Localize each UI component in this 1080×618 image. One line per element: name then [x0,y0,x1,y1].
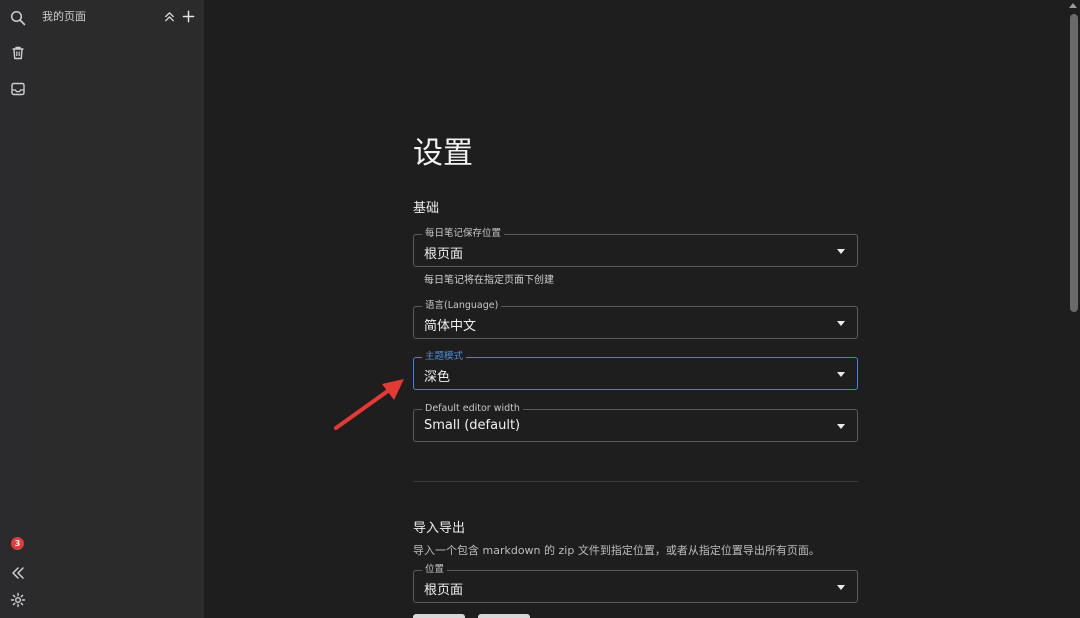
annotation-arrow-icon [334,379,404,430]
field-label: 每日笔记保存位置 [422,228,505,240]
field-label: 位置 [422,564,448,576]
sidebar-header: 我的页面 [42,8,196,24]
daily-note-location-select[interactable]: 每日笔记保存位置 根页面 [413,228,858,267]
field-label: 语言(Language) [422,300,502,312]
chevron-down-icon [837,372,845,377]
inbox-icon[interactable] [8,79,28,99]
chevron-down-icon [837,585,845,590]
gear-icon[interactable] [8,590,28,610]
chevron-down-icon [837,424,845,429]
trash-icon[interactable] [8,43,28,63]
section-basic-heading: 基础 [413,201,440,216]
field-value: 根页面 [424,583,464,598]
import-export-location-select[interactable]: 位置 根页面 [413,564,858,603]
section-import-export-heading: 导入导出 [413,521,466,536]
chevron-down-icon [837,249,845,254]
chevron-down-icon [837,321,845,326]
import-export-description: 导入一个包含 markdown 的 zip 文件到指定位置，或者从指定位置导出所… [413,544,820,557]
field-value: 根页面 [424,247,464,262]
import-button[interactable] [413,614,465,618]
section-divider [413,481,858,482]
scroll-up-icon[interactable] [1069,3,1077,8]
field-label: 主题模式 [422,351,467,363]
notification-badge[interactable]: 3 [11,537,24,550]
icon-rail: 3 [0,0,36,618]
field-value: 简体中文 [424,319,477,334]
page-title: 设置 [413,136,473,171]
language-select[interactable]: 语言(Language) 简体中文 [413,300,858,339]
plus-icon[interactable] [180,8,196,24]
search-icon[interactable] [8,8,28,28]
field-value: 深色 [424,370,451,385]
editor-width-select[interactable]: Default editor width Small (default) [413,403,858,442]
page-sidebar: 我的页面 [36,0,204,618]
sidebar-title: 我的页面 [42,10,86,23]
collapse-all-icon[interactable] [161,8,177,24]
app-window: 3 我的页面 设置 基础 每日笔记保存位置 根页面 每日笔记将在指定页面下创建 … [0,0,1080,618]
collapse-double-left-icon[interactable] [8,563,28,583]
daily-note-helper-text: 每日笔记将在指定页面下创建 [424,275,554,286]
theme-mode-select[interactable]: 主题模式 深色 [413,351,858,390]
field-label: Default editor width [422,403,523,415]
field-value: Small (default) [424,418,521,433]
scrollbar-thumb[interactable] [1070,14,1078,312]
export-button[interactable] [478,614,530,618]
